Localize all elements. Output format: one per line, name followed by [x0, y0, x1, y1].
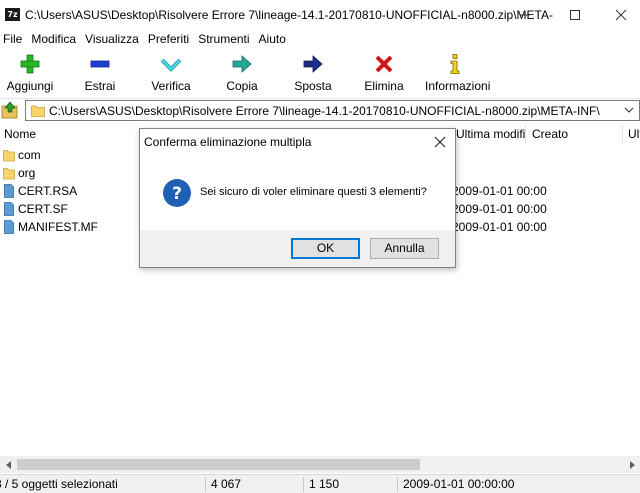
- copy-label: Copia: [226, 79, 258, 93]
- status-divider: [397, 477, 398, 492]
- dialog-title: Conferma eliminazione multipla: [144, 135, 312, 149]
- dialog-title-bar: Conferma eliminazione multipla: [140, 129, 455, 156]
- dialog-body: ? Sei sicuro di voler eliminare questi 3…: [140, 156, 455, 230]
- extract-icon: [89, 54, 111, 74]
- file-name: CERT.RSA: [18, 184, 78, 198]
- folder-icon: [31, 105, 45, 117]
- column-created[interactable]: Creato: [528, 123, 622, 145]
- info-button[interactable]: Informazioni: [425, 48, 491, 98]
- file-icon: [4, 202, 14, 216]
- toolbar: Aggiungi Estrai Verifica Copia Sposta El…: [0, 48, 640, 98]
- minimize-button[interactable]: [502, 0, 548, 30]
- menu-help[interactable]: Aiuto: [256, 30, 289, 48]
- status-size: 4 067: [211, 477, 242, 491]
- file-name: org: [18, 166, 36, 180]
- file-icon: [4, 184, 14, 198]
- test-label: Verifica: [151, 79, 191, 93]
- menu-bar: File Modifica Visualizza Preferiti Strum…: [0, 30, 640, 48]
- extract-label: Estrai: [84, 79, 116, 93]
- column-accessed[interactable]: Ultimo accesso: [624, 123, 640, 145]
- add-icon: [19, 54, 41, 74]
- status-bar: 3 / 5 oggetti selezionati 4 067 1 150 20…: [0, 474, 640, 493]
- file-name: com: [18, 148, 41, 162]
- confirm-delete-dialog: Conferma eliminazione multipla ? Sei sic…: [139, 128, 456, 268]
- file-modified: 2009-01-01 00:00: [452, 184, 547, 198]
- delete-label: Elimina: [364, 79, 404, 93]
- column-divider[interactable]: [525, 125, 526, 145]
- dialog-message: Sei sicuro di voler eliminare questi 3 e…: [200, 186, 427, 198]
- file-name: MANIFEST.MF: [18, 220, 98, 234]
- copy-icon: [231, 54, 253, 74]
- close-button[interactable]: [598, 0, 640, 30]
- add-label: Aggiungi: [6, 79, 54, 93]
- path-input[interactable]: C:\Users\ASUS\Desktop\Risolvere Errore 7…: [25, 100, 640, 121]
- chevron-down-icon[interactable]: [624, 104, 634, 116]
- address-bar: C:\Users\ASUS\Desktop\Risolvere Errore 7…: [0, 98, 640, 122]
- app-icon: 7z: [5, 8, 20, 21]
- delete-button[interactable]: Elimina: [354, 48, 414, 98]
- folder-up-icon: [1, 101, 18, 119]
- maximize-icon: [570, 10, 580, 20]
- copy-button[interactable]: Copia: [212, 48, 272, 98]
- status-date: 2009-01-01 00:00:00: [403, 477, 515, 491]
- dialog-close-button[interactable]: [429, 132, 451, 152]
- folder-up-button[interactable]: [1, 101, 19, 120]
- status-divider: [303, 477, 304, 492]
- info-label: Informazioni: [425, 79, 491, 93]
- minimize-icon: [520, 14, 530, 16]
- info-icon: [444, 54, 466, 74]
- menu-view[interactable]: Visualizza: [82, 30, 142, 48]
- menu-tools[interactable]: Strumenti: [195, 30, 252, 48]
- title-bar: 7z C:\Users\ASUS\Desktop\Risolvere Error…: [0, 0, 640, 30]
- status-selection: 3 / 5 oggetti selezionati: [0, 477, 118, 491]
- close-icon: [615, 9, 627, 21]
- scroll-left-button[interactable]: [0, 456, 17, 473]
- move-button[interactable]: Sposta: [283, 48, 343, 98]
- add-button[interactable]: Aggiungi: [0, 48, 60, 98]
- status-packed-size: 1 150: [309, 477, 340, 491]
- scrollbar-thumb[interactable]: [17, 459, 420, 470]
- file-name: CERT.SF: [18, 202, 68, 216]
- menu-favorites[interactable]: Preferiti: [145, 30, 192, 48]
- status-divider: [205, 477, 206, 492]
- maximize-button[interactable]: [552, 0, 598, 30]
- scroll-right-button[interactable]: [623, 456, 640, 473]
- cancel-button[interactable]: Annulla: [370, 238, 439, 259]
- chevron-left-icon: [5, 460, 11, 469]
- chevron-right-icon: [629, 460, 635, 469]
- delete-icon: [373, 54, 395, 74]
- menu-edit[interactable]: Modifica: [28, 30, 79, 48]
- column-name[interactable]: Nome: [0, 123, 140, 145]
- svg-text:?: ?: [172, 184, 182, 204]
- menu-file[interactable]: File: [0, 30, 25, 48]
- question-icon: ?: [163, 179, 191, 207]
- column-divider[interactable]: [622, 125, 623, 145]
- move-icon: [302, 54, 324, 74]
- move-label: Sposta: [294, 79, 332, 93]
- close-icon: [434, 136, 446, 148]
- extract-button[interactable]: Estrai: [70, 48, 130, 98]
- ok-button[interactable]: OK: [291, 238, 360, 259]
- folder-icon: [3, 168, 15, 180]
- file-modified: 2009-01-01 00:00: [452, 202, 547, 216]
- app-window: { "window": { "icon_label": "7z", "title…: [0, 0, 640, 493]
- horizontal-scrollbar[interactable]: [0, 456, 640, 473]
- test-button[interactable]: Verifica: [141, 48, 201, 98]
- path-text: C:\Users\ASUS\Desktop\Risolvere Errore 7…: [49, 104, 600, 118]
- column-modified[interactable]: Ultima modifica: [452, 123, 526, 145]
- file-modified: 2009-01-01 00:00: [452, 220, 547, 234]
- file-icon: [4, 220, 14, 234]
- test-icon: [160, 54, 182, 74]
- window-title: C:\Users\ASUS\Desktop\Risolvere Errore 7…: [25, 8, 553, 22]
- folder-icon: [3, 150, 15, 162]
